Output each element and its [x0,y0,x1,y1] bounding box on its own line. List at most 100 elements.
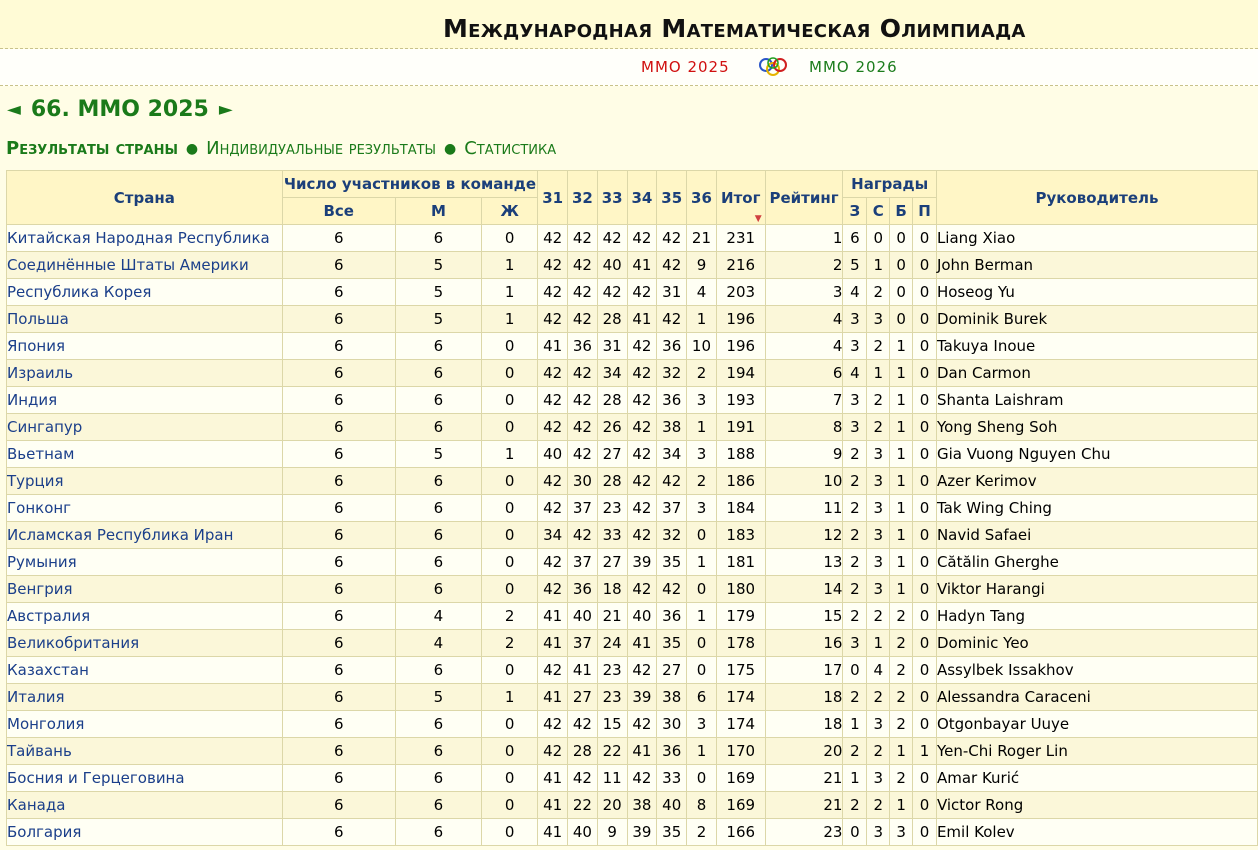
next-year-link[interactable]: ММО 2026 [809,58,898,76]
female-cell: 0 [481,386,539,414]
country-cell[interactable]: Великобритания [6,629,283,657]
year-nav: ММО 2025 ММО 2026 [0,49,1258,86]
p3-cell: 28 [596,305,628,333]
country-cell[interactable]: Турция [6,467,283,495]
p4-cell: 42 [626,278,658,306]
tab-statistics[interactable]: Статистика [464,138,556,159]
country-cell[interactable]: Гонконг [6,494,283,522]
bronze-cell: 1 [889,737,914,765]
header-problem-5[interactable]: 35 [656,170,688,225]
male-cell: 5 [394,278,483,306]
header-problem-4[interactable]: 34 [626,170,658,225]
p5-cell: 31 [656,278,688,306]
country-cell[interactable]: Казахстан [6,656,283,684]
p2-cell: 40 [567,602,598,630]
country-cell[interactable]: Соединённые Штаты Америки [6,251,283,279]
p4-cell: 41 [626,251,658,279]
next-olympiad-arrow-icon[interactable]: ► [219,99,233,120]
p5-cell: 42 [656,251,688,279]
total-cell: 184 [715,494,766,522]
country-cell[interactable]: Венгрия [6,575,283,603]
header-honourable[interactable]: П [912,197,937,225]
honourable-cell: 0 [912,764,937,792]
p3-cell: 9 [596,818,628,846]
honourable-cell: 0 [912,494,937,522]
country-cell[interactable]: Вьетнам [6,440,283,468]
bronze-cell: 1 [889,359,914,387]
country-cell[interactable]: Япония [6,332,283,360]
gold-cell: 3 [842,413,868,441]
female-cell: 0 [481,467,539,495]
header-silver[interactable]: С [866,197,891,225]
silver-cell: 3 [866,575,891,603]
gold-cell: 2 [842,575,868,603]
country-cell[interactable]: Республика Корея [6,278,283,306]
female-cell: 1 [481,440,539,468]
all-cell: 6 [281,575,396,603]
country-cell[interactable]: Китайская Народная Республика [6,224,283,252]
header-problem-6[interactable]: 36 [686,170,717,225]
tab-individual-results[interactable]: Индивидуальные результаты [206,138,436,159]
header-gold[interactable]: З [842,197,868,225]
female-cell: 0 [481,575,539,603]
prev-olympiad-arrow-icon[interactable]: ◄ [7,99,21,120]
header-male[interactable]: М [394,197,483,225]
header-problem-2[interactable]: 32 [567,170,598,225]
country-cell[interactable]: Монголия [6,710,283,738]
country-cell[interactable]: Болгария [6,818,283,846]
header-all[interactable]: Все [281,197,396,225]
header-leader[interactable]: Руководитель [935,170,1258,225]
header-problem-1[interactable]: 31 [537,170,569,225]
header-total[interactable]: Итог ▼ [715,170,766,225]
leader-cell: Shanta Laishram [935,386,1258,414]
leader-cell: Takuya Inoue [935,332,1258,360]
header-rank[interactable]: Рейтинг [764,170,844,225]
rank-cell: 4 [764,332,844,360]
country-cell[interactable]: Польша [6,305,283,333]
country-cell[interactable]: Исламская Республика Иран [6,521,283,549]
header-country[interactable]: Страна [6,170,283,225]
header-problem-3[interactable]: 33 [596,170,628,225]
p3-cell: 40 [596,251,628,279]
country-cell[interactable]: Тайвань [6,737,283,765]
p4-cell: 42 [626,386,658,414]
leader-cell: Dominik Burek [935,305,1258,333]
p2-cell: 36 [567,575,598,603]
p1-cell: 42 [537,737,569,765]
all-cell: 6 [281,818,396,846]
header-female[interactable]: Ж [481,197,539,225]
rank-cell: 21 [764,791,844,819]
country-cell[interactable]: Италия [6,683,283,711]
p3-cell: 22 [596,737,628,765]
silver-cell: 3 [866,305,891,333]
p5-cell: 32 [656,521,688,549]
country-cell[interactable]: Израиль [6,359,283,387]
country-cell[interactable]: Канада [6,791,283,819]
prev-year-link[interactable]: ММО 2025 [641,58,730,76]
p1-cell: 41 [537,818,569,846]
p2-cell: 36 [567,332,598,360]
female-cell: 0 [481,737,539,765]
p5-cell: 36 [656,602,688,630]
country-cell[interactable]: Босния и Герцеговина [6,764,283,792]
p1-cell: 41 [537,764,569,792]
tab-country-results[interactable]: Результаты страны [6,138,178,159]
p4-cell: 41 [626,629,658,657]
silver-cell: 3 [866,818,891,846]
country-cell[interactable]: Австралия [6,602,283,630]
bronze-cell: 0 [889,224,914,252]
p2-cell: 42 [567,764,598,792]
results-body: Китайская Народная Республика 6 6 0 42 42 42 42… [6,224,1258,846]
country-cell[interactable]: Индия [6,386,283,414]
p6-cell: 4 [686,278,717,306]
table-row: Австралия 6 4 2 41 40 21 40 36 1 179 15 2 2 2 0 Hadyn Ta… [6,602,1258,630]
p4-cell: 39 [626,548,658,576]
country-cell[interactable]: Румыния [6,548,283,576]
gold-cell: 2 [842,737,868,765]
leader-cell: Alessandra Caraceni [935,683,1258,711]
header-bronze[interactable]: Б [889,197,914,225]
p5-cell: 27 [656,656,688,684]
silver-cell: 2 [866,602,891,630]
country-cell[interactable]: Сингапур [6,413,283,441]
p6-cell: 1 [686,737,717,765]
